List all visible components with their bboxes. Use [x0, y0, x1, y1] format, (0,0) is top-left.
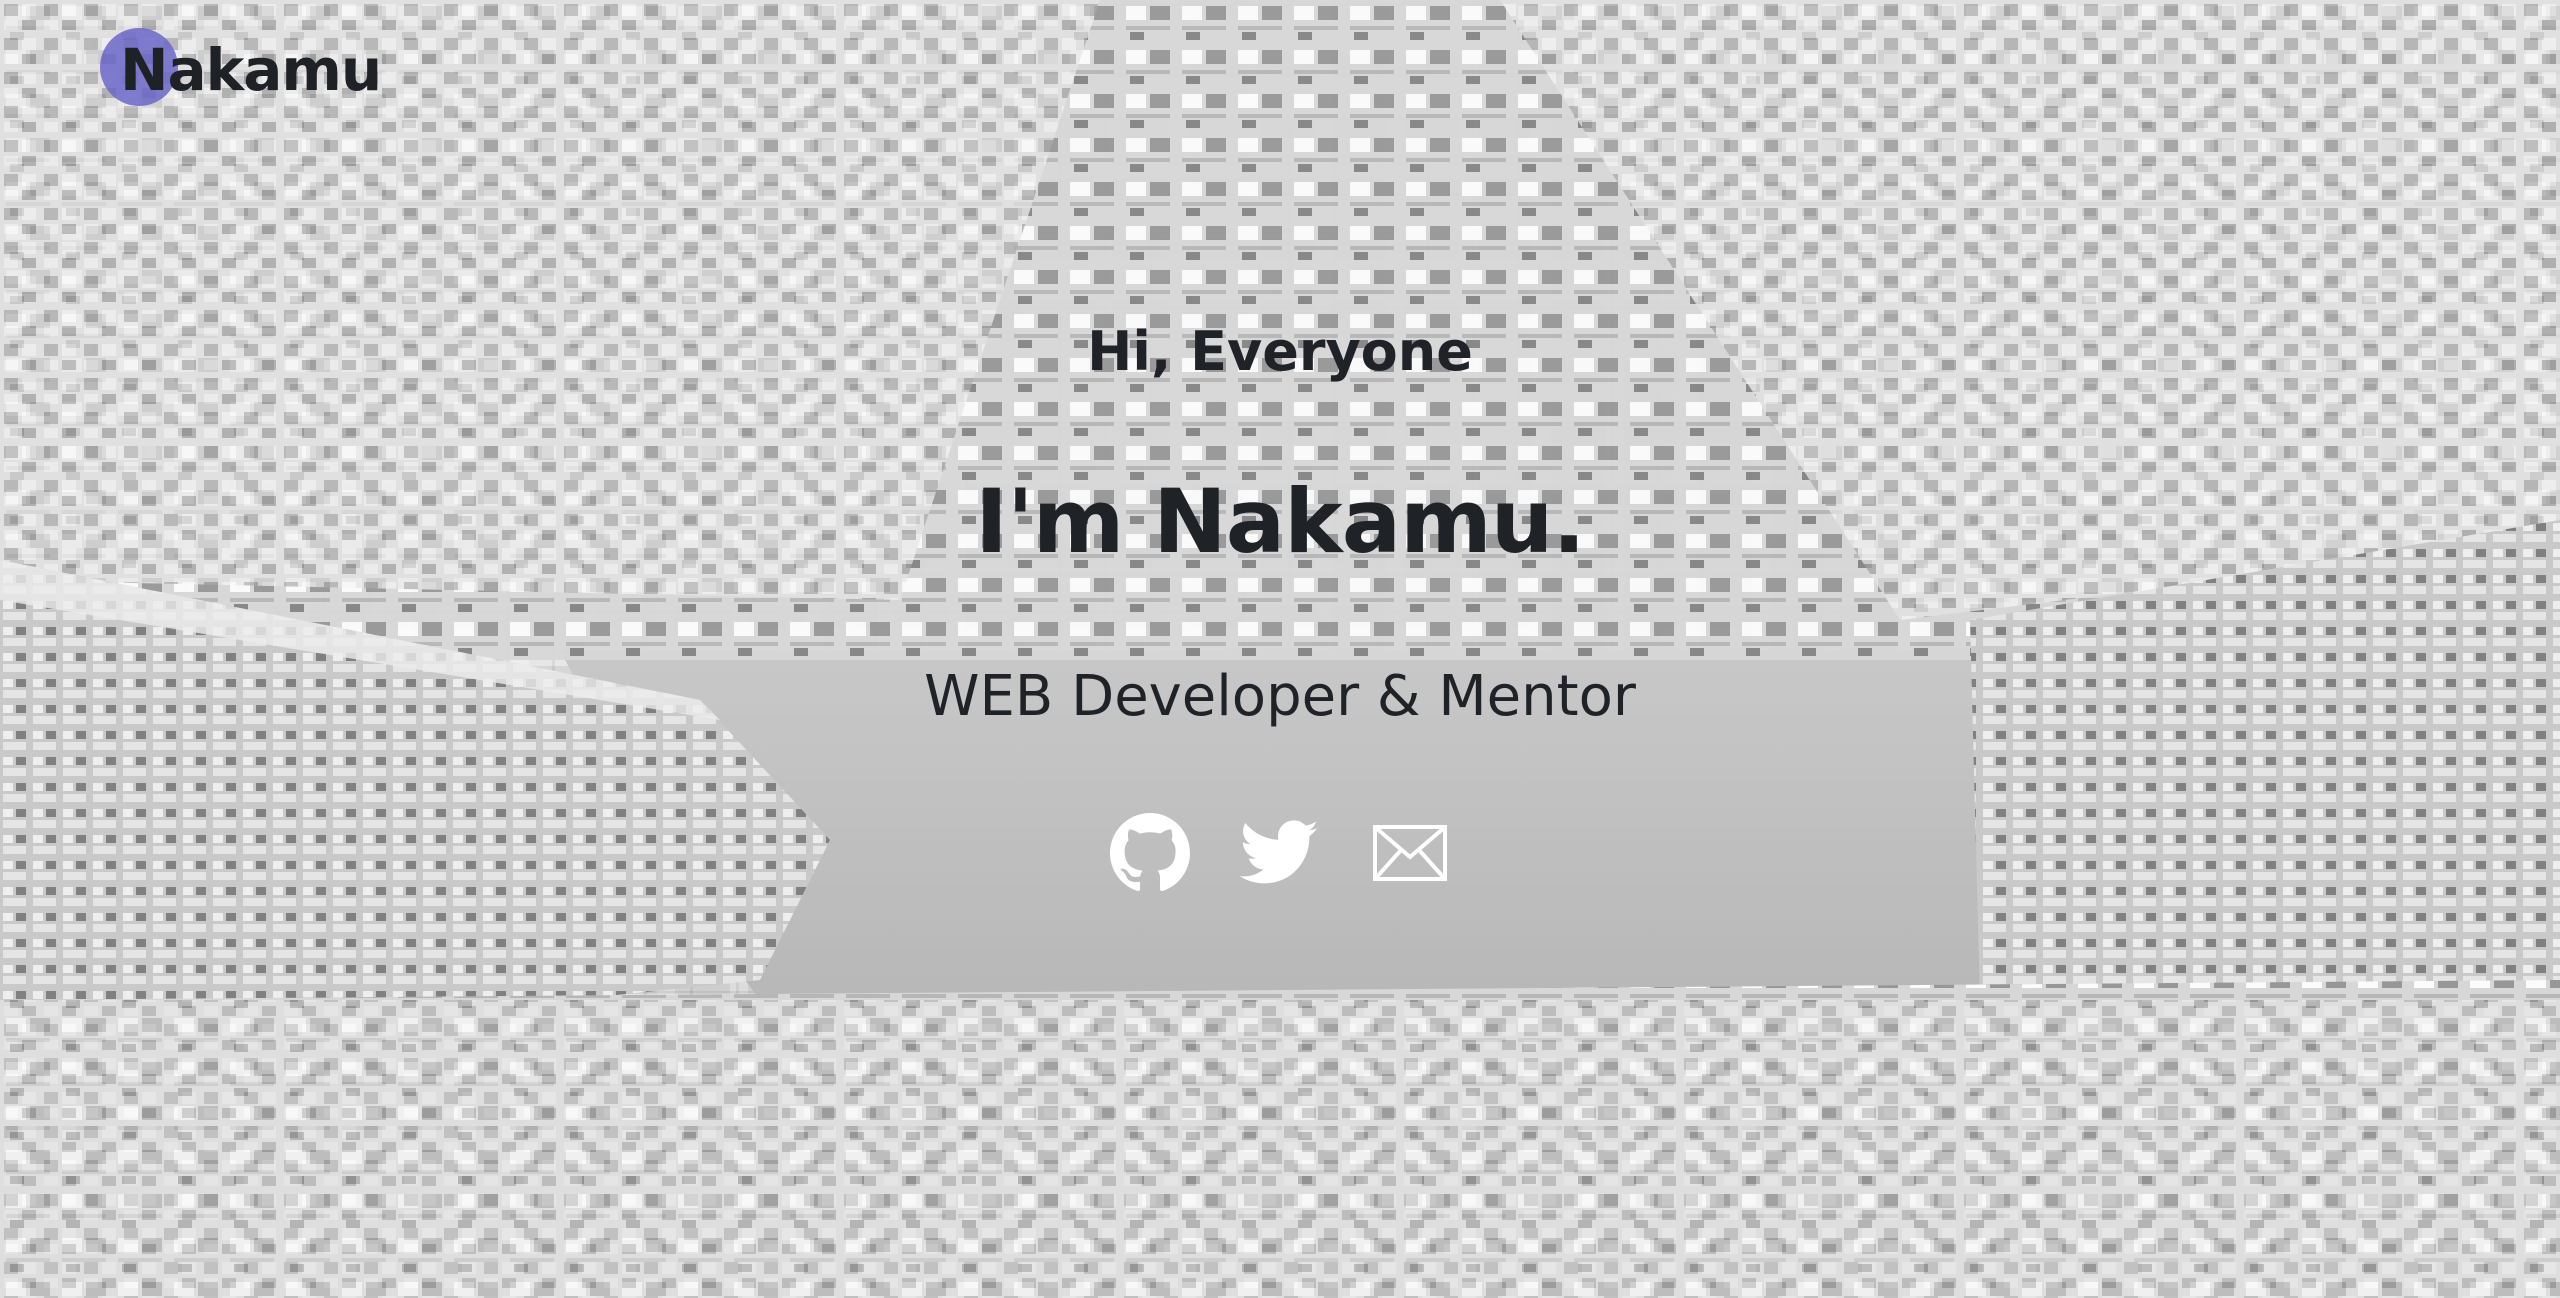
hero-greeting: Hi, Everyone: [1087, 320, 1473, 383]
github-link[interactable]: [1109, 812, 1191, 894]
hero-subtitle: WEB Developer & Mentor: [924, 664, 1636, 729]
brand-name: Nakamu: [120, 36, 382, 104]
github-icon: [1110, 813, 1190, 892]
twitter-icon: [1240, 820, 1319, 884]
brand-logo[interactable]: Nakamu: [100, 28, 382, 118]
hero-headline: I'm Nakamu.: [975, 470, 1586, 573]
social-links: [0, 812, 2560, 894]
mail-icon: [1373, 825, 1447, 881]
hero-background: Nakamu Hi, Everyone I'm Nakamu. WEB Deve…: [0, 0, 2560, 1298]
email-link[interactable]: [1369, 812, 1451, 894]
city-background-image: [0, 0, 2560, 1298]
twitter-link[interactable]: [1239, 812, 1321, 894]
